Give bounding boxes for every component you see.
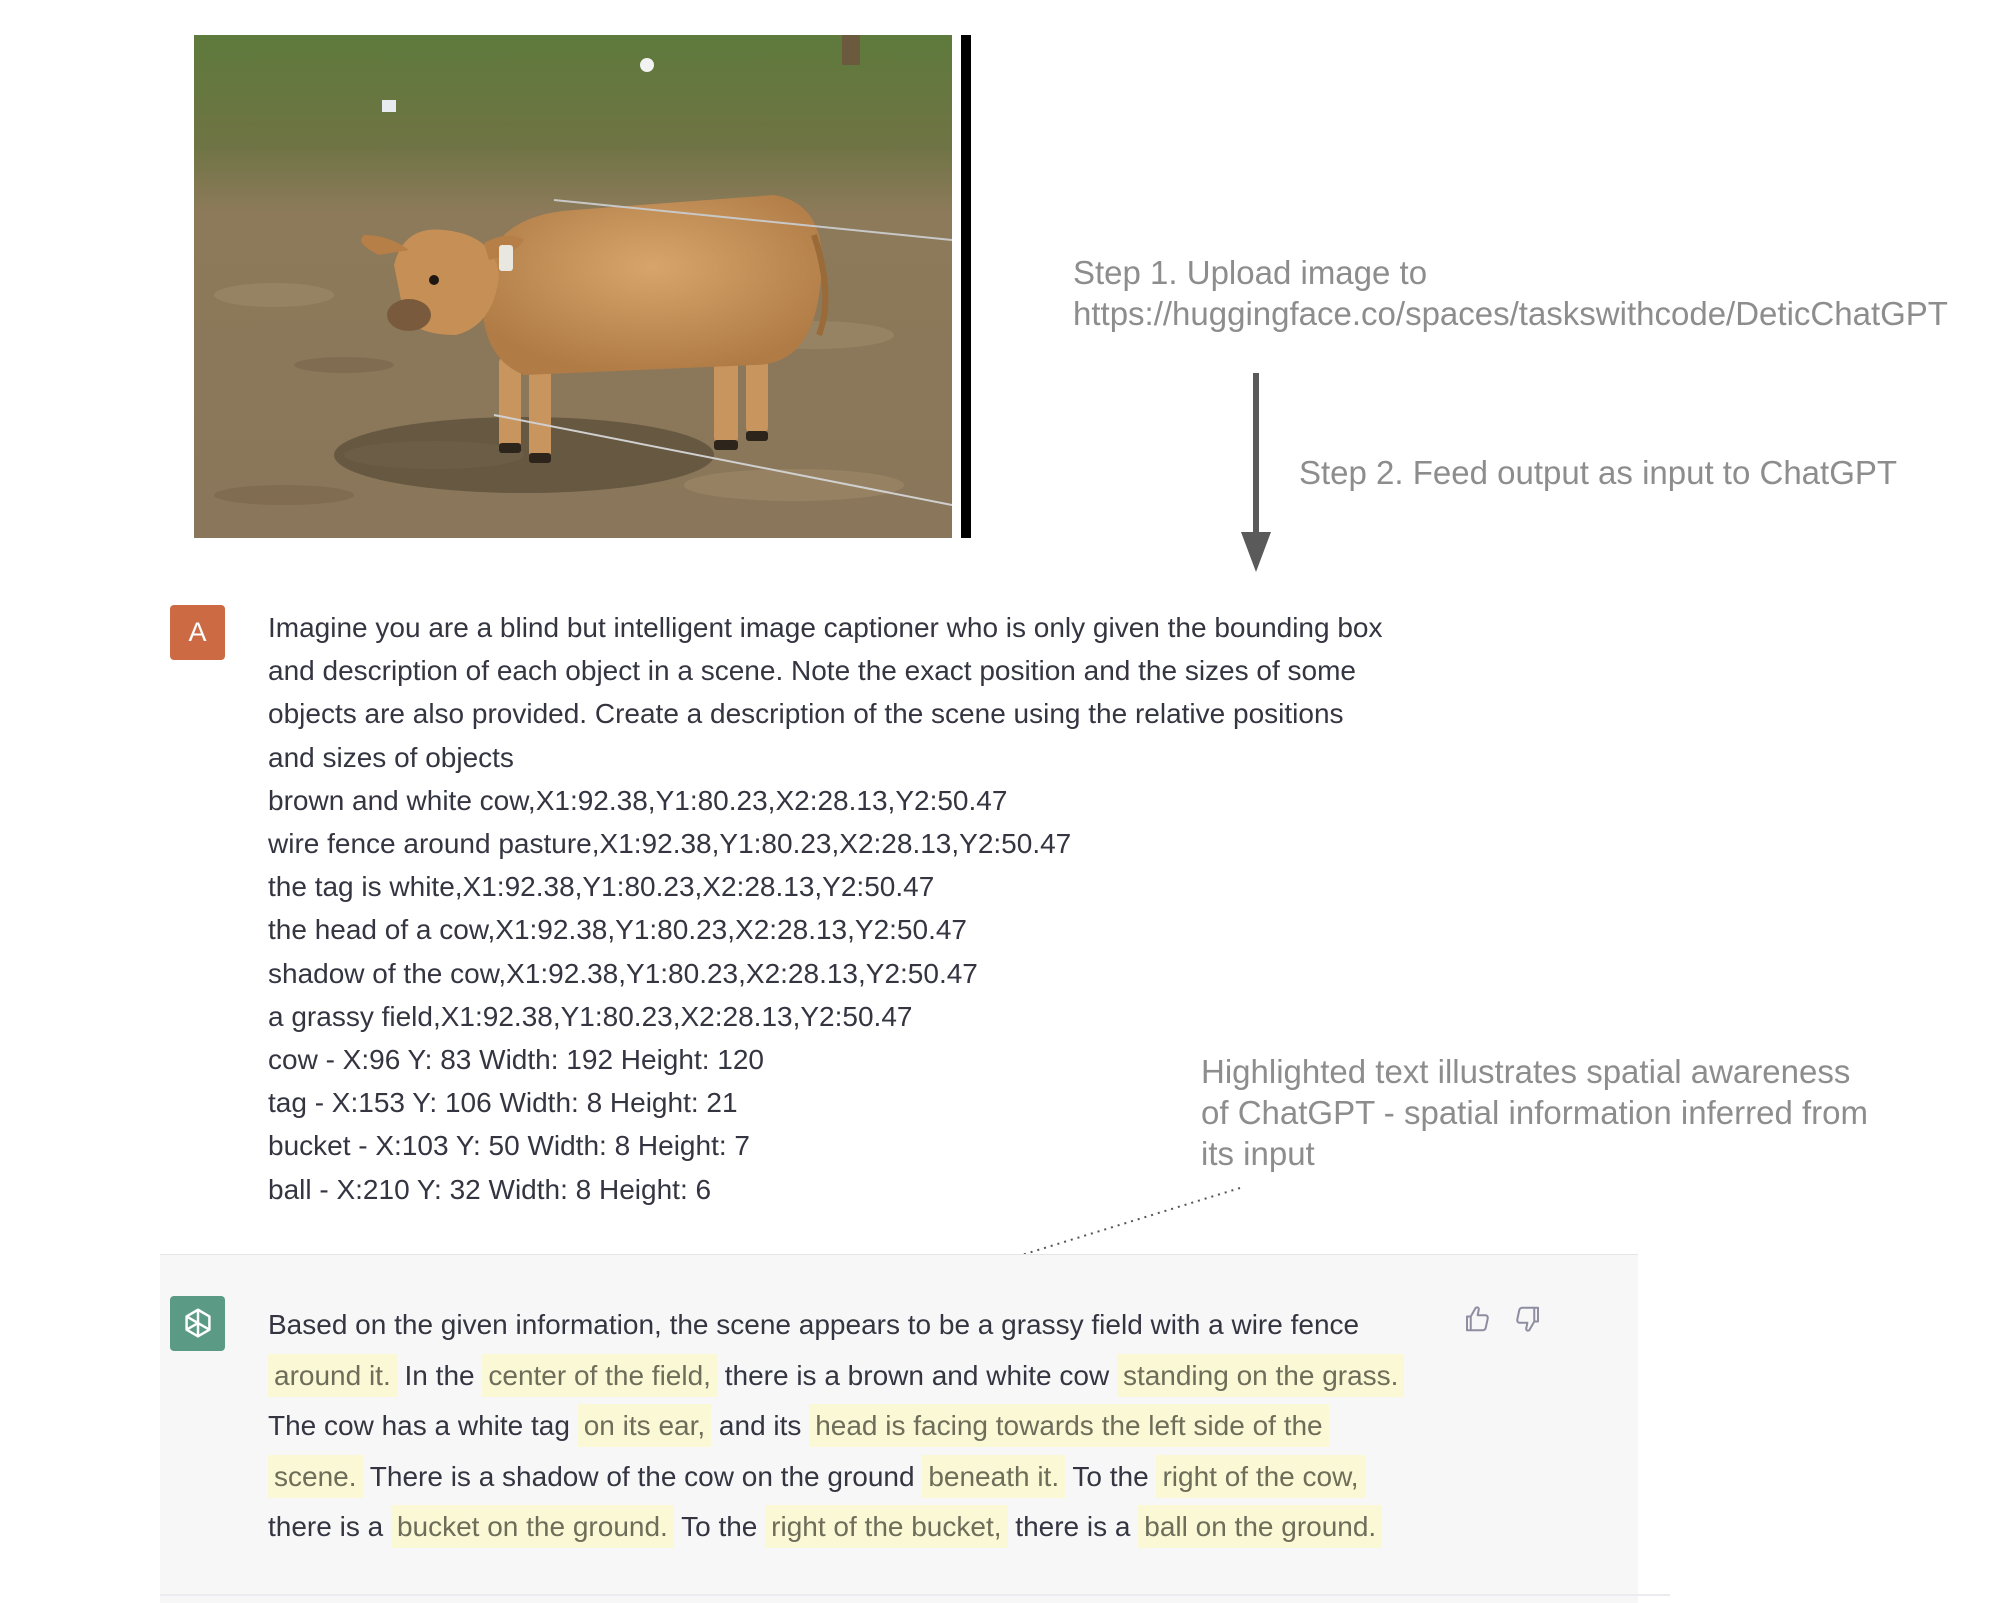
highlighted-phrase: standing on the grass. — [1116, 1353, 1405, 1397]
openai-logo-icon — [170, 1296, 225, 1351]
highlighted-phrase: right of the bucket, — [765, 1505, 1008, 1548]
text-segment: In the — [396, 1359, 483, 1391]
step-arrow — [1241, 373, 1271, 572]
divider — [160, 1594, 1670, 1596]
user-message-line: the head of a cow,X1:92.38,Y1:80.23,X2:2… — [268, 914, 968, 946]
assistant-line: there is a bucket on the ground. To the … — [268, 1502, 1468, 1553]
photo-border — [961, 35, 971, 538]
user-message-line: cow - X:96 Y: 83 Width: 192 Height: 120 — [268, 1044, 765, 1076]
user-message-line: wire fence around pasture,X1:92.38,Y1:80… — [268, 828, 1072, 860]
user-message-line: a grassy field,X1:92.38,Y1:80.23,X2:28.1… — [268, 1000, 913, 1032]
text-segment: there is a brown and white cow — [716, 1359, 1117, 1391]
user-message-line: bucket - X:103 Y: 50 Width: 8 Height: 7 — [268, 1130, 750, 1162]
user-message-line: and description of each object in a scen… — [268, 655, 1356, 687]
text-segment: Based on the given information, the scen… — [268, 1309, 1360, 1340]
highlighted-phrase: on its ear, — [577, 1404, 712, 1447]
highlighted-phrase: head is facing towards the left side of … — [809, 1404, 1329, 1447]
user-avatar: A — [170, 605, 225, 660]
highlighted-phrase: bucket on the ground. — [390, 1505, 674, 1548]
text-segment: To the — [673, 1511, 766, 1542]
user-message-line: shadow of the cow,X1:92.38,Y1:80.23,X2:2… — [268, 957, 978, 989]
highlighted-phrase: scene. — [268, 1454, 363, 1498]
text-segment: To the — [1065, 1460, 1157, 1492]
assistant-line: The cow has a white tag on its ear, and … — [268, 1401, 1468, 1452]
thumbs-up-icon[interactable] — [1462, 1304, 1492, 1334]
assistant-message: Based on the given information, the scen… — [268, 1300, 1468, 1553]
step2-annotation: Step 2. Feed output as input to ChatGPT — [1299, 454, 1898, 491]
user-message: Imagine you are a blind but intelligent … — [268, 606, 1468, 1211]
user-message-line: brown and white cow,X1:92.38,Y1:80.23,X2… — [268, 784, 1008, 816]
step1-annotation: Step 1. Upload image to https://huggingf… — [1073, 252, 1948, 334]
text-segment: there is a — [268, 1511, 391, 1542]
step1-line1: Step 1. Upload image to — [1073, 254, 1428, 291]
step1-url: https://huggingface.co/spaces/taskswithc… — [1073, 295, 1948, 332]
user-message-line: objects are also provided. Create a desc… — [268, 698, 1344, 730]
highlighted-phrase: right of the cow, — [1156, 1454, 1365, 1498]
user-message-line: ball - X:210 Y: 32 Width: 8 Height: 6 — [268, 1173, 712, 1205]
assistant-line: Based on the given information, the scen… — [268, 1300, 1468, 1351]
highlighted-phrase: around it. — [268, 1353, 397, 1397]
user-message-line: tag - X:153 Y: 106 Width: 8 Height: 21 — [268, 1087, 738, 1119]
assistant-line: scene. There is a shadow of the cow on t… — [268, 1452, 1468, 1503]
highlighted-phrase: beneath it. — [922, 1454, 1066, 1498]
user-message-line: Imagine you are a blind but intelligent … — [268, 612, 1383, 643]
text-segment: The cow has a white tag — [268, 1410, 578, 1441]
highlighted-phrase: center of the field, — [482, 1353, 717, 1397]
text-segment: There is a shadow of the cow on the grou… — [362, 1460, 923, 1492]
text-segment: there is a — [1007, 1511, 1139, 1542]
text-segment: and its — [711, 1410, 810, 1441]
cow-photo — [194, 35, 952, 538]
highlighted-phrase: ball on the ground. — [1138, 1505, 1383, 1548]
assistant-line: around it. In the center of the field, t… — [268, 1351, 1468, 1402]
user-message-line: and sizes of objects — [268, 741, 514, 773]
user-message-line: the tag is white,X1:92.38,Y1:80.23,X2:28… — [268, 871, 935, 903]
thumbs-down-icon[interactable] — [1513, 1304, 1543, 1334]
